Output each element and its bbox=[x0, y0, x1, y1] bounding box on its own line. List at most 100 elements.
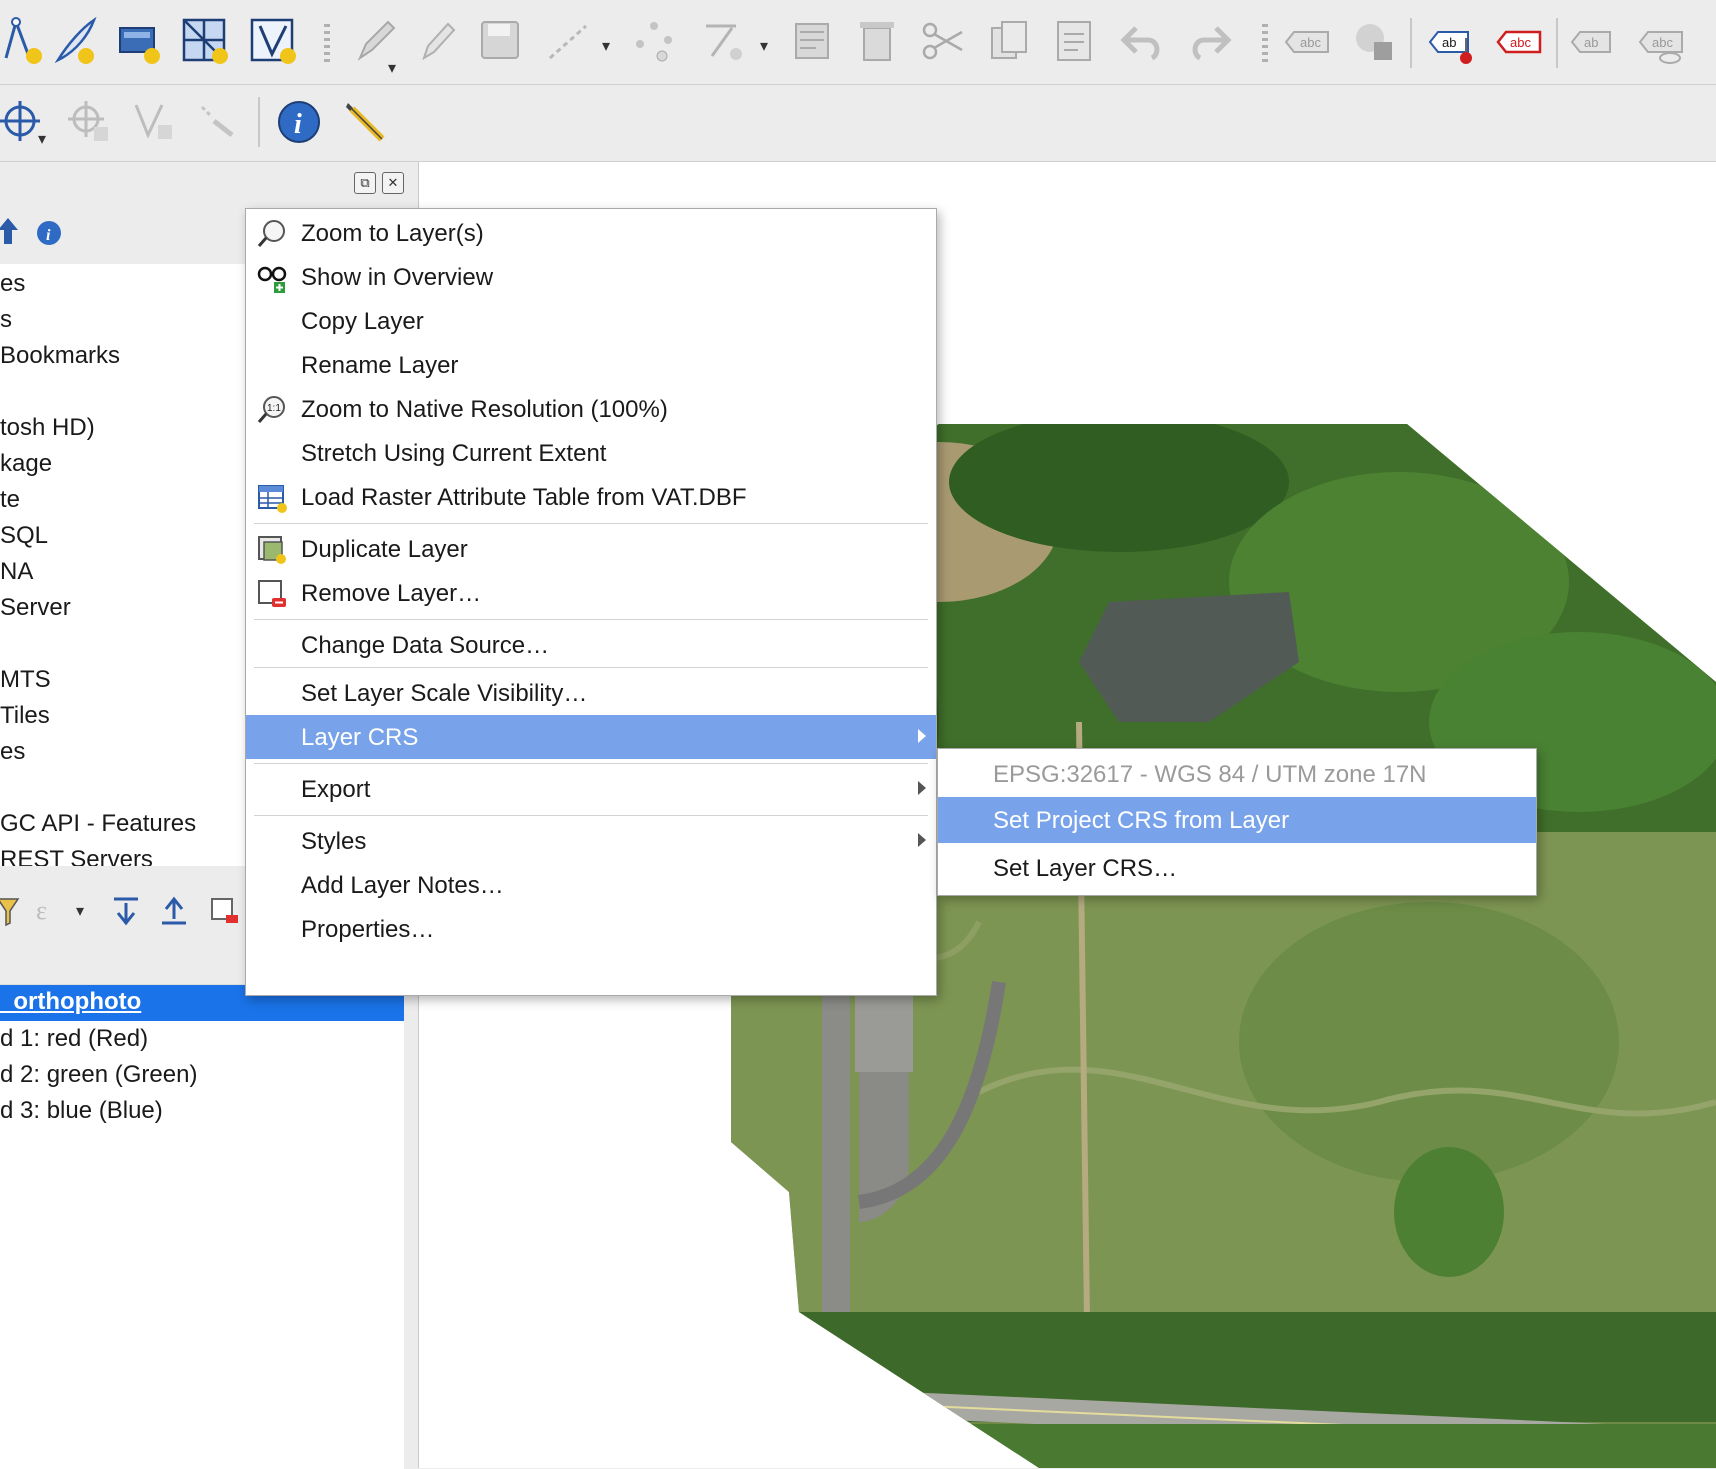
new-geopackage-icon[interactable] bbox=[110, 12, 168, 70]
redo-icon[interactable] bbox=[1180, 12, 1238, 70]
tree-item[interactable]: s bbox=[0, 306, 12, 334]
menu-item-duplicate-layer[interactable]: Duplicate Layer bbox=[246, 527, 936, 571]
identify-info-icon[interactable]: i bbox=[270, 93, 328, 151]
chevron-down-icon[interactable]: ▾ bbox=[388, 58, 396, 78]
menu-item-load-attribute-table[interactable]: Load Raster Attribute Table from VAT.DBF bbox=[246, 475, 936, 519]
overview-glasses-icon bbox=[257, 266, 287, 293]
modify-attributes-icon[interactable] bbox=[784, 12, 842, 70]
menu-item-label: EPSG:32617 - WGS 84 / UTM zone 17N bbox=[993, 761, 1427, 788]
chevron-down-icon[interactable]: ▾ bbox=[602, 36, 610, 56]
menu-item-label: Layer CRS bbox=[301, 724, 419, 751]
vertex-tool-icon[interactable] bbox=[626, 12, 684, 70]
menu-item-show-in-overview[interactable]: Show in Overview bbox=[246, 255, 936, 299]
band-item[interactable]: d 3: blue (Blue) bbox=[0, 1097, 163, 1125]
digitize-line-icon[interactable] bbox=[540, 12, 598, 70]
tree-item[interactable]: MTS bbox=[0, 666, 51, 694]
panel-title-buttons: ⧉ ✕ bbox=[354, 172, 404, 194]
menu-item-label: Show in Overview bbox=[301, 264, 494, 291]
tree-item[interactable]: NA bbox=[0, 558, 33, 586]
new-gps-layer-icon[interactable] bbox=[176, 12, 234, 70]
layers-tree: _orthophoto d 1: red (Red) d 2: green (G… bbox=[0, 984, 404, 1469]
menu-item-change-data-source[interactable]: Change Data Source… bbox=[246, 623, 936, 667]
label-abc-red-icon[interactable]: abc bbox=[1490, 12, 1548, 70]
toolbar-separator bbox=[1556, 18, 1558, 68]
menu-item-rename-layer[interactable]: Rename Layer bbox=[246, 343, 936, 387]
select-features-icon[interactable] bbox=[190, 93, 248, 151]
menu-item-copy-layer[interactable]: Copy Layer bbox=[246, 299, 936, 343]
label-show-hide-icon[interactable]: ab bbox=[1566, 12, 1624, 70]
menu-item-label: Change Data Source… bbox=[301, 632, 550, 659]
menu-item-set-layer-crs[interactable]: Set Layer CRS… bbox=[938, 845, 1536, 891]
chevron-down-icon[interactable]: ▾ bbox=[76, 901, 84, 921]
float-panel-icon[interactable]: ⧉ bbox=[354, 172, 376, 194]
digitizing-toolbar: ▾ ▾ ▾ abc ab abc ab abc bbox=[0, 0, 1716, 85]
remove-layer-icon[interactable] bbox=[208, 895, 240, 927]
vertex-add-icon[interactable] bbox=[126, 93, 184, 151]
menu-item-label: Stretch Using Current Extent bbox=[301, 440, 607, 467]
tree-item[interactable]: tosh HD) bbox=[0, 414, 95, 442]
current-crs-label: EPSG:32617 - WGS 84 / UTM zone 17N bbox=[938, 751, 1536, 797]
expand-all-icon[interactable] bbox=[110, 895, 142, 927]
menu-item-label: Zoom to Layer(s) bbox=[301, 220, 484, 247]
menu-item-layer-crs[interactable]: Layer CRS bbox=[246, 715, 936, 759]
remove-layer-icon bbox=[258, 580, 286, 607]
label-view-icon[interactable]: abc bbox=[1634, 12, 1692, 70]
undo-icon[interactable] bbox=[1114, 12, 1172, 70]
toolbar-grip[interactable] bbox=[1262, 24, 1268, 64]
menu-item-stretch-extent[interactable]: Stretch Using Current Extent bbox=[246, 431, 936, 475]
svg-text:i: i bbox=[294, 109, 302, 140]
copy-features-icon[interactable] bbox=[980, 12, 1038, 70]
paste-features-icon[interactable] bbox=[1046, 12, 1104, 70]
tree-item[interactable]: te bbox=[0, 486, 20, 514]
chevron-down-icon[interactable]: ▾ bbox=[38, 129, 46, 149]
tree-item[interactable]: REST Servers bbox=[0, 846, 153, 866]
svg-text:abc: abc bbox=[1300, 35, 1321, 50]
zoom-native-icon: 1:1 bbox=[257, 396, 285, 423]
expression-filter-icon[interactable]: ε bbox=[36, 895, 70, 925]
tree-item[interactable]: Tiles bbox=[0, 702, 50, 730]
menu-item-remove-layer[interactable]: Remove Layer… bbox=[246, 571, 936, 615]
tree-item[interactable]: Server bbox=[0, 594, 71, 622]
close-panel-icon[interactable]: ✕ bbox=[382, 172, 404, 194]
submenu-arrow-icon bbox=[918, 729, 926, 743]
tree-item[interactable]: es bbox=[0, 738, 25, 766]
menu-item-add-layer-notes[interactable]: Add Layer Notes… bbox=[246, 863, 936, 907]
collapse-all-icon[interactable] bbox=[158, 895, 190, 927]
label-abc-icon[interactable]: abc bbox=[1278, 12, 1336, 70]
node-tool-icon[interactable] bbox=[694, 12, 752, 70]
collapse-arrow-icon[interactable] bbox=[0, 216, 20, 246]
menu-item-scale-visibility[interactable]: Set Layer Scale Visibility… bbox=[246, 671, 936, 715]
tree-item[interactable]: Bookmarks bbox=[0, 342, 120, 370]
new-shapefile-icon[interactable] bbox=[46, 12, 104, 70]
menu-item-styles[interactable]: Styles bbox=[246, 819, 936, 863]
settings-wrench-icon[interactable] bbox=[336, 93, 394, 151]
delete-selected-icon[interactable] bbox=[848, 12, 906, 70]
chevron-down-icon[interactable]: ▾ bbox=[760, 36, 768, 56]
tree-item[interactable]: SQL bbox=[0, 522, 48, 550]
new-mesh-icon[interactable] bbox=[244, 12, 302, 70]
toolbar-grip[interactable] bbox=[324, 24, 330, 64]
menu-item-properties[interactable]: Properties… bbox=[246, 907, 936, 951]
menu-item-zoom-to-layer[interactable]: Zoom to Layer(s) bbox=[246, 211, 936, 255]
filter-icon[interactable] bbox=[0, 895, 22, 929]
tree-item[interactable]: es bbox=[0, 270, 25, 298]
menu-item-set-project-crs[interactable]: Set Project CRS from Layer bbox=[938, 797, 1536, 843]
menu-item-export[interactable]: Export bbox=[246, 767, 936, 811]
toolbar-separator bbox=[1410, 18, 1412, 68]
menu-item-zoom-native[interactable]: 1:1 Zoom to Native Resolution (100%) bbox=[246, 387, 936, 431]
info-icon[interactable]: i bbox=[36, 220, 62, 246]
svg-text:abc: abc bbox=[1510, 35, 1531, 50]
menu-item-label: Rename Layer bbox=[301, 352, 459, 379]
tree-item[interactable]: GC API - Features bbox=[0, 810, 196, 838]
diagram-icon[interactable] bbox=[1344, 12, 1402, 70]
cut-features-icon[interactable] bbox=[914, 12, 972, 70]
save-edits-icon[interactable] bbox=[472, 12, 530, 70]
band-item[interactable]: d 1: red (Red) bbox=[0, 1025, 148, 1053]
add-ring-icon[interactable] bbox=[62, 93, 120, 151]
layer-name: _orthophoto bbox=[0, 988, 142, 1015]
band-item[interactable]: d 2: green (Green) bbox=[0, 1061, 197, 1089]
label-pin-icon[interactable]: ab bbox=[1424, 12, 1482, 70]
toolbar-separator bbox=[258, 97, 260, 147]
toggle-editing-icon[interactable] bbox=[408, 12, 466, 70]
tree-item[interactable]: kage bbox=[0, 450, 52, 478]
